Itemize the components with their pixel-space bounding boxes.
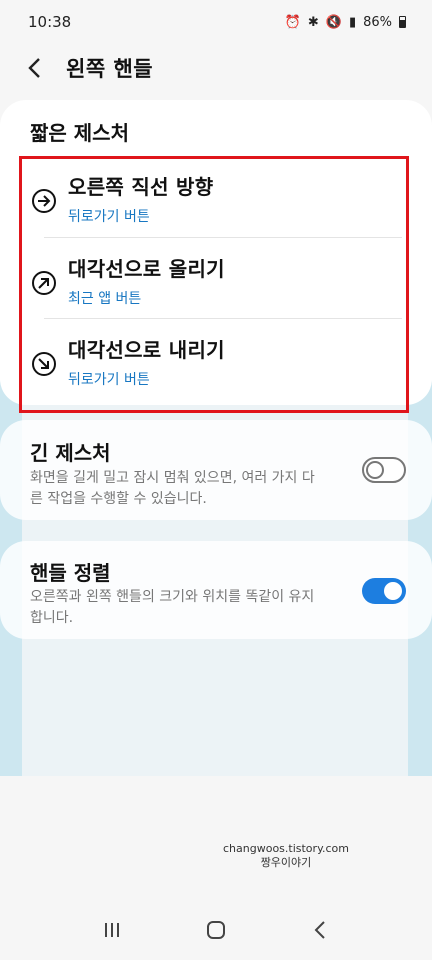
status-icons: ⏰ ✱ 🔇 ▮ 86% [285,15,406,30]
handle-align-description: 오른쪽과 왼쪽 핸들의 크기와 위치를 똑같이 유지합니다. [30,589,315,626]
alarm-icon: ⏰ [284,14,301,30]
long-gesture-description: 화면을 길게 밀고 잠시 멈춰 있으면, 여러 가지 다른 작업을 수행할 수 … [30,470,315,507]
battery-percent: 86% [363,14,392,30]
recent-apps-button[interactable] [92,910,132,950]
back-button[interactable] [22,56,46,80]
signal-icon: ▮ [348,14,357,30]
bluetooth-icon: ✱ [307,14,319,30]
status-bar: 10:38 ⏰ ✱ 🔇 ▮ 86% [0,0,432,44]
chevron-left-icon [314,921,325,939]
mute-icon: 🔇 [325,14,342,30]
short-gesture-title: 짧은 제스처 [30,121,129,145]
watermark-blog-name: 짱우이야기 [260,856,312,869]
recent-apps-icon [105,923,119,937]
navigation-bar [0,900,432,960]
watermark-url: changwoos.tistory.com [223,842,349,855]
highlight-box [19,156,409,413]
handle-align-toggle[interactable] [362,578,406,604]
toggle-knob [366,461,384,479]
home-icon [207,921,225,939]
long-gesture-toggle[interactable] [362,457,406,483]
handle-align-title: 핸들 정렬 [30,561,111,585]
watermark: changwoos.tistory.com 짱우이야기 [0,842,432,870]
app-header: 왼쪽 핸들 [0,44,432,92]
battery-icon [399,16,406,28]
back-nav-button[interactable] [300,910,340,950]
page-title: 왼쪽 핸들 [66,57,154,81]
long-gesture-title: 긴 제스처 [30,441,111,465]
toggle-knob [382,580,404,602]
status-time: 10:38 [28,13,72,31]
chevron-left-icon [28,58,40,78]
home-button[interactable] [196,910,236,950]
